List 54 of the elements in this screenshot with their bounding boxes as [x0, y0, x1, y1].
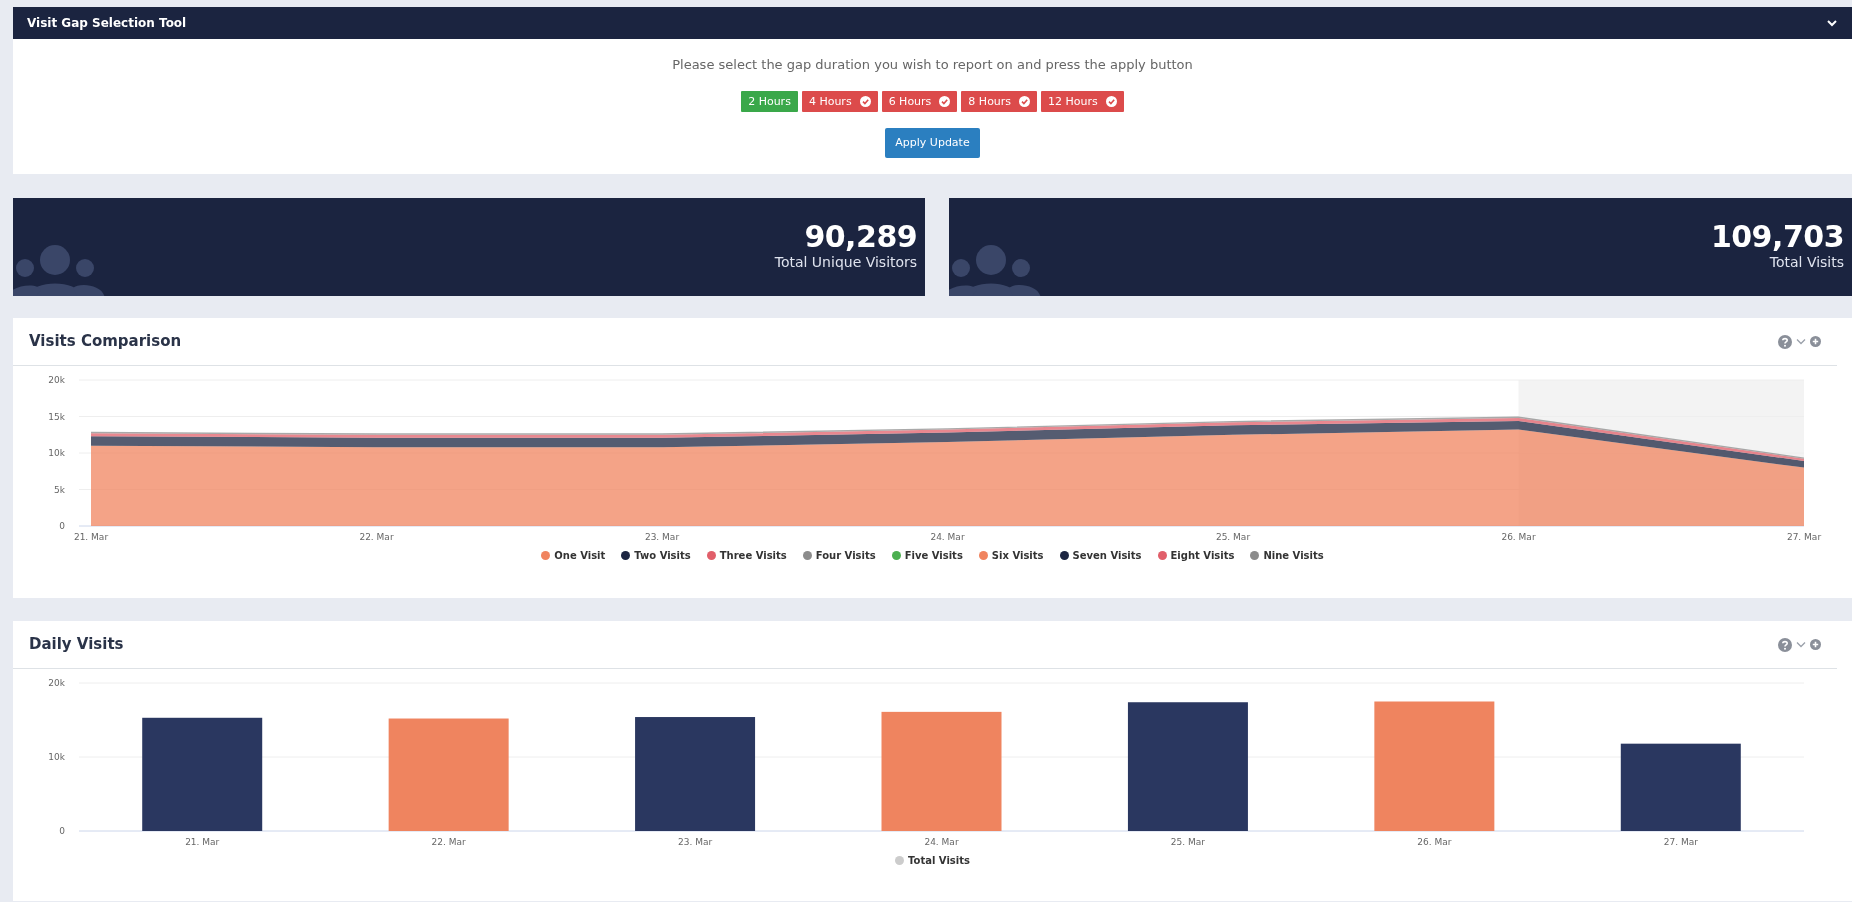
gap-duration-button[interactable]: 6 Hours [881, 90, 958, 112]
axis-label: 0 [59, 521, 65, 531]
apply-update-button[interactable]: Apply Update [885, 127, 980, 158]
axis-label: 20k [48, 678, 65, 688]
axis-label: 10k [48, 448, 65, 458]
axis-label: 24. Mar [930, 532, 965, 542]
legend-label[interactable]: Six Visits [991, 548, 1044, 563]
axis-label: 0 [59, 826, 65, 836]
axis-label: 26. Mar [1417, 837, 1452, 847]
legend-label[interactable]: Five Visits [904, 548, 963, 563]
legend-label[interactable]: Seven Visits [1072, 548, 1142, 563]
chart-title: Daily Visits [29, 634, 124, 656]
axis-label: 24. Mar [924, 837, 959, 847]
plus-circle-icon[interactable] [1810, 336, 1821, 347]
plus-circle-icon[interactable] [1810, 639, 1821, 650]
help-icon[interactable] [1778, 637, 1792, 652]
gap-duration-button[interactable]: 4 Hours [801, 90, 878, 112]
axis-label: 21. Mar [185, 837, 220, 847]
check-circle-icon [939, 95, 951, 107]
panel-title: Visit Gap Selection Tool [27, 15, 187, 32]
check-circle-icon [1105, 95, 1117, 107]
stat-label: Total Visits [1769, 252, 1844, 272]
legend-label[interactable]: Nine Visits [1263, 548, 1324, 563]
gap-duration-button[interactable]: 12 Hours [1041, 90, 1124, 112]
axis-label: 10k [48, 752, 65, 762]
help-icon[interactable] [1778, 334, 1792, 349]
axis-label: 15k [48, 411, 65, 422]
axis-label: 20k [48, 375, 65, 385]
axis-label: 25. Mar [1170, 837, 1205, 847]
axis-label: 25. Mar [1215, 532, 1251, 542]
chevron-down-icon[interactable] [1826, 18, 1838, 28]
axis-label: 22. Mar [431, 837, 466, 847]
instruction-text: Please select the gap duration you wish to report on and press the apply button [672, 56, 1193, 74]
axis-label: 22. Mar [359, 532, 394, 542]
stat-value: 109,703 [1710, 221, 1844, 252]
axis-label: 23. Mar [644, 532, 680, 542]
legend-label[interactable]: Two Visits [634, 548, 691, 563]
axis-label: 27. Mar [1786, 532, 1822, 542]
stat-value: 90,289 [804, 221, 918, 252]
legend-label[interactable]: Four Visits [815, 548, 876, 563]
legend-label[interactable]: Total Visits [908, 853, 970, 868]
check-circle-icon [859, 95, 871, 107]
gap-duration-button[interactable]: 8 Hours [961, 90, 1038, 112]
stat-label: Total Unique Visitors [774, 252, 918, 272]
legend-label[interactable]: Eight Visits [1170, 548, 1235, 563]
legend-label[interactable]: Three Visits [719, 548, 787, 563]
axis-label: 26. Mar [1501, 532, 1536, 542]
axis-label: 21. Mar [73, 532, 109, 542]
axis-label: 23. Mar [678, 837, 713, 847]
axis-label: 27. Mar [1663, 837, 1698, 847]
legend-label[interactable]: One Visit [554, 548, 606, 563]
axis-label: 5k [54, 484, 65, 495]
chart-title: Visits Comparison [29, 331, 182, 353]
check-circle-icon [1019, 95, 1031, 107]
